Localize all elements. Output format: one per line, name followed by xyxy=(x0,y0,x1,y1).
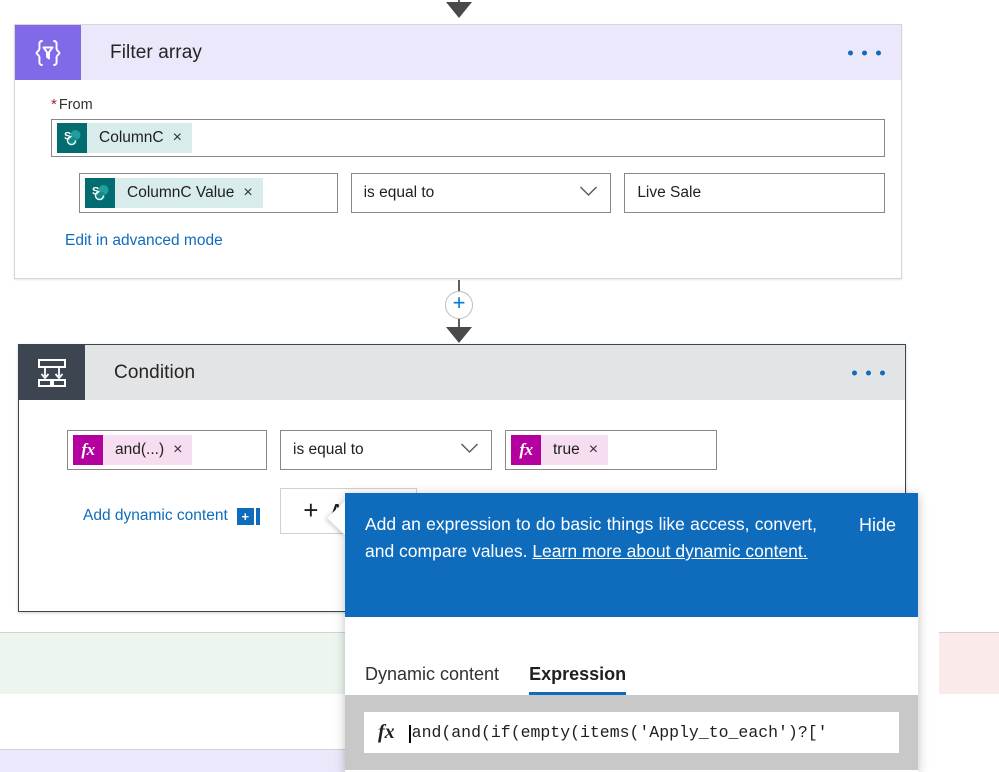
filter-operator-value: is equal to xyxy=(363,184,435,201)
remove-token-icon[interactable]: × xyxy=(243,185,252,201)
filter-array-card-header[interactable]: Filter array xyxy=(15,25,901,80)
expression-token-text: true × xyxy=(541,435,609,465)
filter-condition-left-input[interactable]: S ColumnC Value × xyxy=(79,173,338,213)
fx-glyph: fx xyxy=(81,440,95,459)
from-field-label: * From xyxy=(51,96,885,113)
learn-more-dynamic-content-link[interactable]: Learn more about dynamic content. xyxy=(532,541,807,561)
condition-operator-value: is equal to xyxy=(293,441,364,458)
expression-input[interactable]: fx and(and(if(empty(items('Apply_to_each… xyxy=(363,711,900,754)
expression-info-text: Add an expression to do basic things lik… xyxy=(365,511,817,565)
sharepoint-icon: S xyxy=(57,123,87,153)
filter-array-card-body: * From S ColumnC × S ColumnC Value × is … xyxy=(15,80,901,250)
callout-beak-icon xyxy=(327,501,345,535)
condition-operator-dropdown[interactable]: is equal to xyxy=(280,430,492,470)
tab-dynamic-content[interactable]: Dynamic content xyxy=(365,664,499,695)
caret-bar-icon xyxy=(255,507,260,525)
menu-dot-icon xyxy=(880,370,885,375)
arrow-down-icon-top xyxy=(446,2,472,18)
from-input[interactable]: S ColumnC × xyxy=(51,119,885,157)
expression-token-true[interactable]: fx true × xyxy=(511,435,609,465)
condition-row: fx and(...) × is equal to fx true × xyxy=(67,430,889,470)
if-no-branch-panel xyxy=(939,632,999,694)
chevron-down-icon xyxy=(460,441,479,459)
expression-fx-icon: fx xyxy=(73,435,103,465)
token-label: ColumnC Value xyxy=(127,184,235,201)
expression-fx-icon: fx xyxy=(511,435,541,465)
expression-editor-area: fx and(and(if(empty(items('Apply_to_each… xyxy=(345,695,918,770)
sharepoint-icon: S xyxy=(85,178,115,208)
menu-dot-icon xyxy=(862,50,867,55)
plus-square-icon: + xyxy=(236,507,254,525)
filter-array-icon xyxy=(15,25,81,80)
filter-array-more-menu-button[interactable] xyxy=(848,50,881,55)
remove-token-icon[interactable]: × xyxy=(173,442,182,458)
sharepoint-token-text: ColumnC Value × xyxy=(115,178,263,208)
expression-fx-icon: fx xyxy=(378,721,395,743)
expression-token-and[interactable]: fx and(...) × xyxy=(73,435,193,465)
filter-value-input[interactable]: Live Sale xyxy=(624,173,886,213)
insert-step-button[interactable]: + xyxy=(445,291,473,319)
remove-token-icon[interactable]: × xyxy=(173,130,182,146)
token-label: true xyxy=(553,441,580,458)
edit-in-advanced-mode-link[interactable]: Edit in advanced mode xyxy=(65,232,223,250)
expression-input-value: and(and(if(empty(items('Apply_to_each')?… xyxy=(411,723,828,742)
text-caret xyxy=(408,724,411,743)
menu-dot-icon xyxy=(866,370,871,375)
condition-card-header[interactable]: Condition xyxy=(19,345,905,400)
filter-operator-dropdown[interactable]: is equal to xyxy=(350,173,612,213)
sharepoint-token-columnc-value[interactable]: S ColumnC Value × xyxy=(85,178,263,208)
from-label-text: From xyxy=(58,97,93,113)
filter-array-card[interactable]: Filter array * From S ColumnC × S Column… xyxy=(14,24,902,279)
condition-branch-icon xyxy=(19,345,85,400)
add-dynamic-content-label: Add dynamic content xyxy=(83,507,228,524)
menu-dot-icon xyxy=(876,50,881,55)
filter-array-title: Filter array xyxy=(110,41,202,63)
condition-title: Condition xyxy=(114,361,196,383)
plus-icon: + xyxy=(452,290,466,315)
sharepoint-token-columnc[interactable]: S ColumnC × xyxy=(57,123,192,153)
tab-expression[interactable]: Expression xyxy=(529,664,627,695)
arrow-down-icon-mid xyxy=(446,327,472,343)
required-asterisk: * xyxy=(51,96,57,113)
menu-dot-icon xyxy=(848,50,853,55)
expression-token-text: and(...) × xyxy=(103,435,193,465)
condition-more-menu-button[interactable] xyxy=(852,370,885,375)
add-dynamic-content-link[interactable]: Add dynamic content + xyxy=(83,507,260,525)
expression-info-banner: Add an expression to do basic things lik… xyxy=(327,493,918,617)
filter-value-text: Live Sale xyxy=(637,184,702,201)
sharepoint-token-text: ColumnC × xyxy=(87,123,192,153)
remove-token-icon[interactable]: × xyxy=(589,442,598,458)
token-label: and(...) xyxy=(115,441,165,458)
expression-flyout-tabs: Dynamic content Expression xyxy=(345,617,918,695)
token-label: ColumnC xyxy=(99,129,164,146)
fx-glyph: fx xyxy=(519,440,533,459)
condition-left-input[interactable]: fx and(...) × xyxy=(67,430,267,470)
menu-dot-icon xyxy=(852,370,857,375)
hide-banner-button[interactable]: Hide xyxy=(859,515,896,536)
condition-right-input[interactable]: fx true × xyxy=(505,430,717,470)
insert-dynamic-content-icon: + xyxy=(236,507,260,525)
plus-icon: + xyxy=(303,495,319,525)
chevron-down-icon xyxy=(579,184,598,202)
flow-designer-canvas: Filter array * From S ColumnC × S Column… xyxy=(0,0,999,772)
expression-flyout[interactable]: Add an expression to do basic things lik… xyxy=(327,493,918,772)
filter-condition-row: S ColumnC Value × is equal to Live Sale xyxy=(79,173,886,213)
